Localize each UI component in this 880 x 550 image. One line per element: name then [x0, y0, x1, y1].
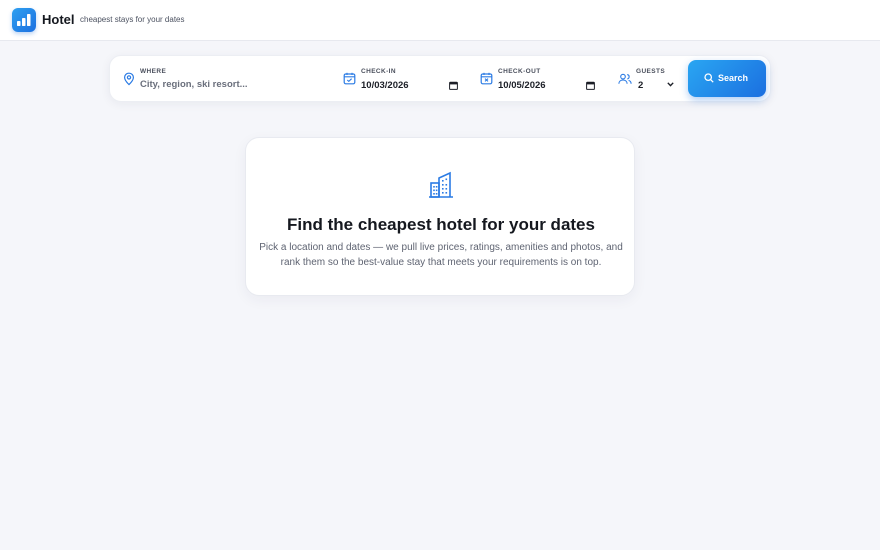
where-label: WHERE — [140, 68, 167, 75]
checkin-label: CHECK-IN — [361, 68, 396, 75]
checkout-date-field[interactable]: 10/05/2026 — [498, 80, 546, 91]
search-button-label: Search — [718, 73, 749, 83]
chevron-down-icon — [667, 82, 674, 87]
app-header: Hotel cheapest stays for your dates — [0, 0, 880, 41]
checkin-calendar-picker-icon[interactable] — [449, 81, 458, 90]
empty-state-line-1: Pick a location and dates — we pull live… — [259, 242, 623, 253]
hotel-bars-logo-icon — [17, 14, 31, 26]
checkin-date-field[interactable]: 10/03/2026 — [361, 80, 409, 91]
checkout-calendar-picker-icon[interactable] — [586, 81, 595, 90]
search-button[interactable]: Search — [688, 60, 766, 97]
empty-state-card: Find the cheapest hotel for your dates P… — [245, 137, 635, 296]
brand-tagline: cheapest stays for your dates — [80, 15, 185, 24]
search-bar: WHERE CHECK-IN 10/03/2026 CHECK-OUT 10/0… — [109, 55, 771, 102]
users-icon — [618, 73, 632, 84]
empty-state-description: Pick a location and dates — we pull live… — [246, 240, 636, 270]
guests-label: GUESTS — [636, 68, 666, 75]
guests-value: 2 — [638, 80, 644, 91]
where-input[interactable] — [140, 79, 330, 90]
empty-state-title: Find the cheapest hotel for your dates — [287, 215, 595, 234]
empty-state-line-2: rank them so the best-value stay that me… — [280, 257, 602, 268]
app-logo[interactable] — [12, 8, 36, 32]
search-icon — [704, 73, 714, 83]
location-pin-icon — [123, 72, 135, 86]
building-icon — [429, 171, 453, 198]
calendar-x-icon — [480, 72, 493, 85]
brand-name: Hotel — [42, 12, 75, 27]
guests-select[interactable]: 2 — [636, 78, 676, 92]
calendar-check-icon — [343, 72, 356, 85]
checkout-label: CHECK-OUT — [498, 68, 541, 75]
